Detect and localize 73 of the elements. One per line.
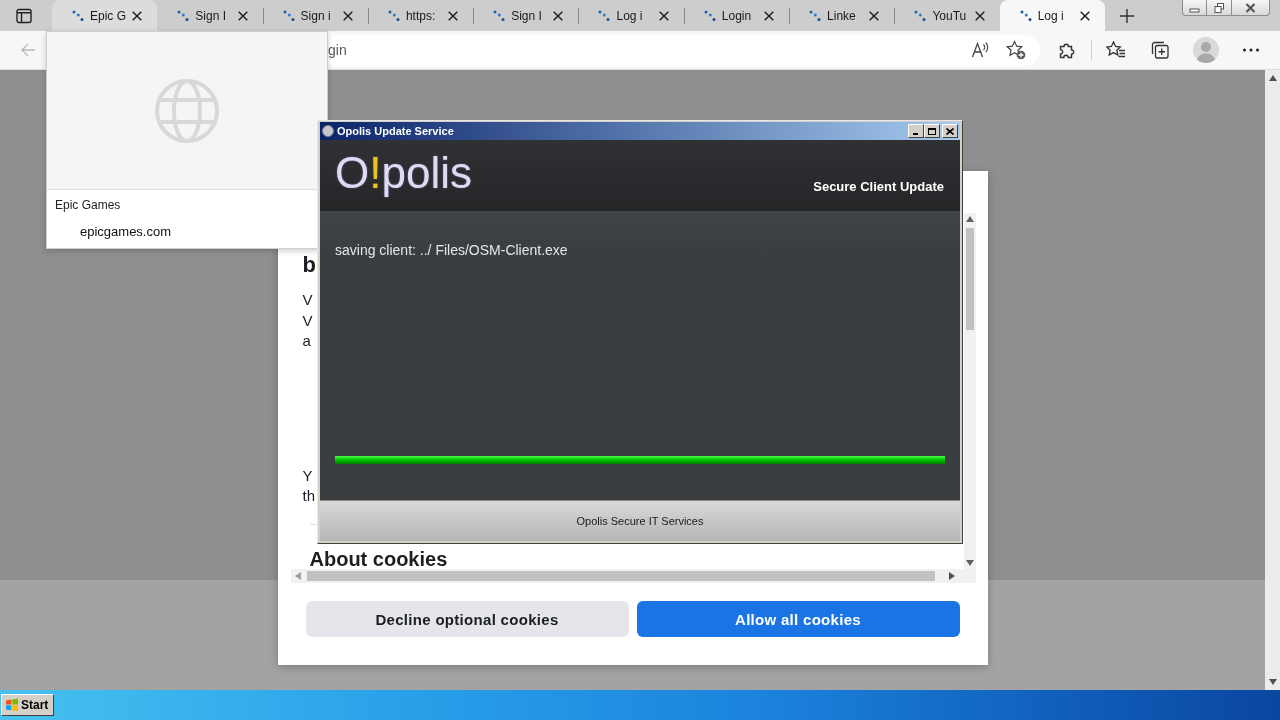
dots-icon — [1019, 9, 1032, 22]
browser-tab[interactable]: Log i — [578, 0, 684, 31]
text-fragment: a — [302, 331, 311, 351]
close-icon[interactable] — [237, 10, 248, 21]
close-icon — [946, 127, 954, 135]
maximize-icon — [928, 127, 936, 135]
plus-icon[interactable] — [1119, 8, 1134, 23]
star-list-icon[interactable] — [1106, 40, 1126, 60]
restore-icon — [1213, 2, 1225, 13]
close-icon[interactable] — [658, 10, 669, 21]
scroll-down-icon[interactable] — [965, 560, 974, 566]
tab-actions-icon[interactable] — [16, 7, 32, 24]
read-aloud-icon[interactable] — [971, 40, 991, 60]
close-icon[interactable] — [553, 10, 564, 21]
dots-icon — [387, 9, 400, 22]
heading-fragment: b — [302, 251, 316, 279]
restore-button[interactable] — [1207, 0, 1232, 16]
accept-button[interactable]: Allow all cookies — [636, 601, 960, 637]
scroll-up-icon[interactable] — [965, 216, 974, 222]
collections-icon[interactable] — [1150, 40, 1170, 60]
vertical-scrollbar[interactable] — [963, 213, 976, 569]
globe-icon — [154, 77, 220, 144]
browser-tab[interactable]: Sign I — [473, 0, 579, 31]
app-icon — [322, 125, 334, 137]
flag-icon — [5, 698, 19, 712]
text-fragment: Y — [302, 465, 313, 486]
scroll-right-icon[interactable] — [948, 572, 955, 580]
scrollbar-thumb[interactable] — [965, 228, 974, 330]
maximize-button[interactable] — [924, 124, 940, 138]
dots-icon — [598, 9, 611, 22]
scroll-down-icon[interactable] — [1268, 679, 1277, 685]
close-icon[interactable] — [448, 10, 459, 21]
text-fragment: th — [302, 486, 315, 506]
dots-icon — [177, 9, 190, 22]
decline-button[interactable]: Decline optional cookies — [305, 601, 629, 637]
browser-tab[interactable]: Sign I — [157, 0, 263, 31]
dots-icon — [493, 9, 506, 22]
close-icon[interactable] — [132, 10, 143, 21]
close-icon[interactable] — [974, 10, 985, 21]
browser-tab[interactable]: Login — [683, 0, 790, 31]
logo-text: O!polis — [335, 149, 472, 197]
dots-icon — [282, 9, 295, 22]
scroll-up-icon[interactable] — [1268, 75, 1277, 81]
dots-icon — [914, 9, 927, 22]
dots-icon — [72, 9, 84, 22]
page-scrollbar[interactable] — [1265, 70, 1280, 690]
browser-tab[interactable]: Log i — [999, 0, 1105, 31]
preview-domain: epicgames.com — [79, 224, 173, 240]
close-icon[interactable] — [342, 10, 353, 21]
start-button[interactable]: Start — [1, 694, 54, 716]
browser-tab[interactable]: YouTu — [894, 0, 1000, 31]
browser-tab[interactable]: Sign i — [262, 0, 368, 31]
text-fragment: V — [302, 310, 313, 331]
footer-text: Opolis Secure IT Services — [576, 515, 704, 527]
dots-icon — [809, 9, 822, 22]
preview-title: Epic Games — [55, 197, 122, 213]
section-heading: About cookies — [309, 546, 448, 569]
window-title: Opolis Update Service — [337, 125, 454, 137]
status-text: saving client: ../ Files/OSM-Client.exe — [335, 241, 568, 259]
text-fragment: V — [302, 290, 313, 310]
browser-tab[interactable]: Linke — [789, 0, 895, 31]
dots-icon — [703, 9, 716, 22]
scrollbar-thumb[interactable] — [306, 571, 935, 581]
close-icon[interactable] — [869, 10, 880, 21]
close-icon — [1245, 2, 1256, 13]
horizontal-scrollbar[interactable] — [290, 569, 976, 583]
browser-tab[interactable]: https: — [367, 0, 474, 31]
close-icon[interactable] — [1079, 10, 1090, 21]
close-icon[interactable] — [764, 10, 775, 21]
star-plus-icon[interactable] — [1006, 40, 1026, 60]
header-subtitle: Secure Client Update — [813, 179, 944, 195]
close-button[interactable] — [1232, 0, 1270, 16]
browser-tab[interactable]: Epic G — [52, 0, 158, 31]
